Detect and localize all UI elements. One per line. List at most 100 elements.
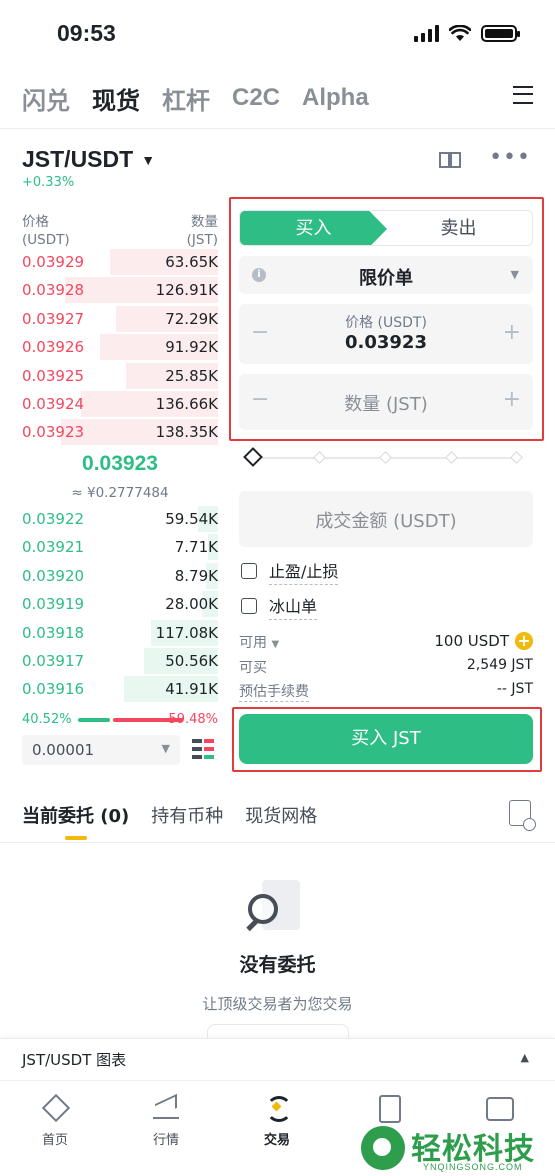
battery-icon [481,24,520,42]
order-quantity: 25.85K [165,366,218,385]
can-buy-row: 可买 2,549 JST [239,657,533,677]
order-price: 0.03925 [22,366,85,385]
nav-home[interactable]: 首页 [15,1093,95,1148]
slider-stop[interactable] [379,451,392,464]
nav-markets[interactable]: 行情 [126,1093,206,1148]
candlestick-chart-icon[interactable] [439,148,462,168]
order-price: 0.03918 [22,623,85,642]
ask-row[interactable]: 0.03923 138.35K [22,419,218,446]
tab-alpha[interactable]: Alpha [302,84,369,112]
orderbook-layout-icon[interactable] [192,738,214,760]
ask-row[interactable]: 0.03925 25.85K [22,362,218,389]
bid-row[interactable]: 0.03920 8.79K [22,562,218,589]
available-label-text: 可用 [239,635,267,651]
bid-row[interactable]: 0.03917 50.56K [22,648,218,674]
fee-value: -- JST [496,681,533,697]
menu-icon[interactable] [513,86,533,104]
watermark-url: YNQINGSONG.COM [423,1162,523,1172]
ask-row[interactable]: 0.03928 126.91K [22,277,218,304]
order-price: 0.03920 [22,566,85,585]
order-quantity: 28.00K [165,595,218,614]
order-quantity: 136.66K [155,395,218,413]
qty-header: 数量 [191,214,218,230]
slider-stop[interactable] [510,451,523,464]
status-icons [414,24,520,42]
pair-name: JST/USDT [22,146,134,172]
order-price: 0.03917 [22,652,85,670]
bid-row[interactable]: 0.03921 7.71K [22,534,218,561]
tp-sl-label: 止盈/止损 [269,558,339,585]
checkbox-icon[interactable] [241,598,257,614]
fee-row: 预估手续费 -- JST [239,681,533,702]
fee-label[interactable]: 预估手续费 [239,681,309,702]
caret-down-icon: ▼ [271,639,280,650]
home-icon [40,1093,70,1121]
ask-row[interactable]: 0.03929 63.65K [22,249,218,275]
price-header: 价格 [22,214,49,230]
nav-trade[interactable]: 交易 [237,1093,317,1148]
tab-holdings[interactable]: 持有币种 [151,802,223,828]
watermark: 轻松科技 YNQINGSONG.COM [361,1122,551,1176]
tp-sl-checkbox[interactable]: 止盈/止损 [241,558,339,585]
chart-drawer[interactable]: JST/USDT 图表 ▲ [0,1038,555,1080]
tab-margin[interactable]: 杠杆 [162,81,210,116]
orders-tabs: 当前委托 (0) 持有币种 现货网格 [22,802,317,828]
ask-row[interactable]: 0.03926 91.92K [22,334,218,361]
order-quantity: 117.08K [155,623,218,642]
available-label[interactable]: 可用 ▼ [239,632,279,652]
slider-stop[interactable] [445,451,458,464]
buy-sell-ratio: 40.52% 59.48% [22,712,218,728]
highlight-box-buy [232,707,542,772]
top-tabs: 闪兑 现货 杠杆 C2C Alpha [22,78,533,118]
order-price: 0.03927 [22,309,85,328]
slider-stop[interactable] [313,451,326,464]
price-step-select[interactable]: 0.00001 ▼ [22,735,180,765]
bid-row[interactable]: 0.03916 41.91K [22,676,218,703]
order-price: 0.03921 [22,538,85,557]
caret-down-icon: ▼ [141,151,156,168]
status-time: 09:53 [57,20,116,46]
more-options-icon[interactable]: ••• [489,147,531,169]
tab-open-orders[interactable]: 当前委托 (0) [22,802,129,828]
order-quantity: 138.35K [155,423,218,442]
tab-spot-grid[interactable]: 现货网格 [245,802,317,828]
order-history-icon[interactable] [509,800,536,831]
header-actions: ••• [439,147,531,169]
active-tab-indicator [65,836,87,840]
buy-ratio: 40.52% [22,712,72,727]
ask-row[interactable]: 0.03924 136.66K [22,391,218,417]
watermark-logo-icon [361,1126,405,1170]
status-bar: 09:53 [0,0,555,64]
mid-price: 0.03923 [82,452,158,475]
tab-spot[interactable]: 现货 [92,81,140,116]
price-step-value: 0.00001 [32,741,95,759]
qty-unit: (JST) [186,232,218,248]
order-quantity: 7.71K [174,538,218,557]
order-price: 0.03928 [22,281,85,300]
order-quantity: 72.29K [165,309,218,328]
caret-up-icon[interactable]: ▲ [521,1051,529,1064]
total-input[interactable]: 成交金额 (USDT) [239,491,533,547]
nav-home-label: 首页 [41,1133,68,1148]
ask-row[interactable]: 0.03927 72.29K [22,305,218,332]
tab-c2c[interactable]: C2C [232,84,280,112]
amount-slider[interactable] [243,447,523,468]
checkbox-icon[interactable] [241,563,257,579]
empty-subtitle: 让顶级交易者为您交易 [202,995,353,1013]
tab-convert[interactable]: 闪兑 [22,81,70,116]
available-value: 100 USDT [434,632,509,650]
wallet-icon [483,1093,514,1121]
order-quantity: 59.54K [165,510,218,528]
slider-knob[interactable] [243,447,263,467]
order-price: 0.03916 [22,680,85,699]
iceberg-checkbox[interactable]: 冰山单 [241,594,318,620]
pair-selector[interactable]: JST/USDT ▼ [22,146,155,173]
bid-row[interactable]: 0.03919 28.00K [22,591,218,618]
price-unit: (USDT) [22,232,70,248]
deposit-plus-icon[interactable]: + [515,632,533,650]
sell-ratio: 59.48% [168,712,218,727]
trade-icon [262,1093,292,1122]
signal-icon [414,24,439,42]
bid-row[interactable]: 0.03918 117.08K [22,619,218,646]
bid-row[interactable]: 0.03922 59.54K [22,506,218,532]
